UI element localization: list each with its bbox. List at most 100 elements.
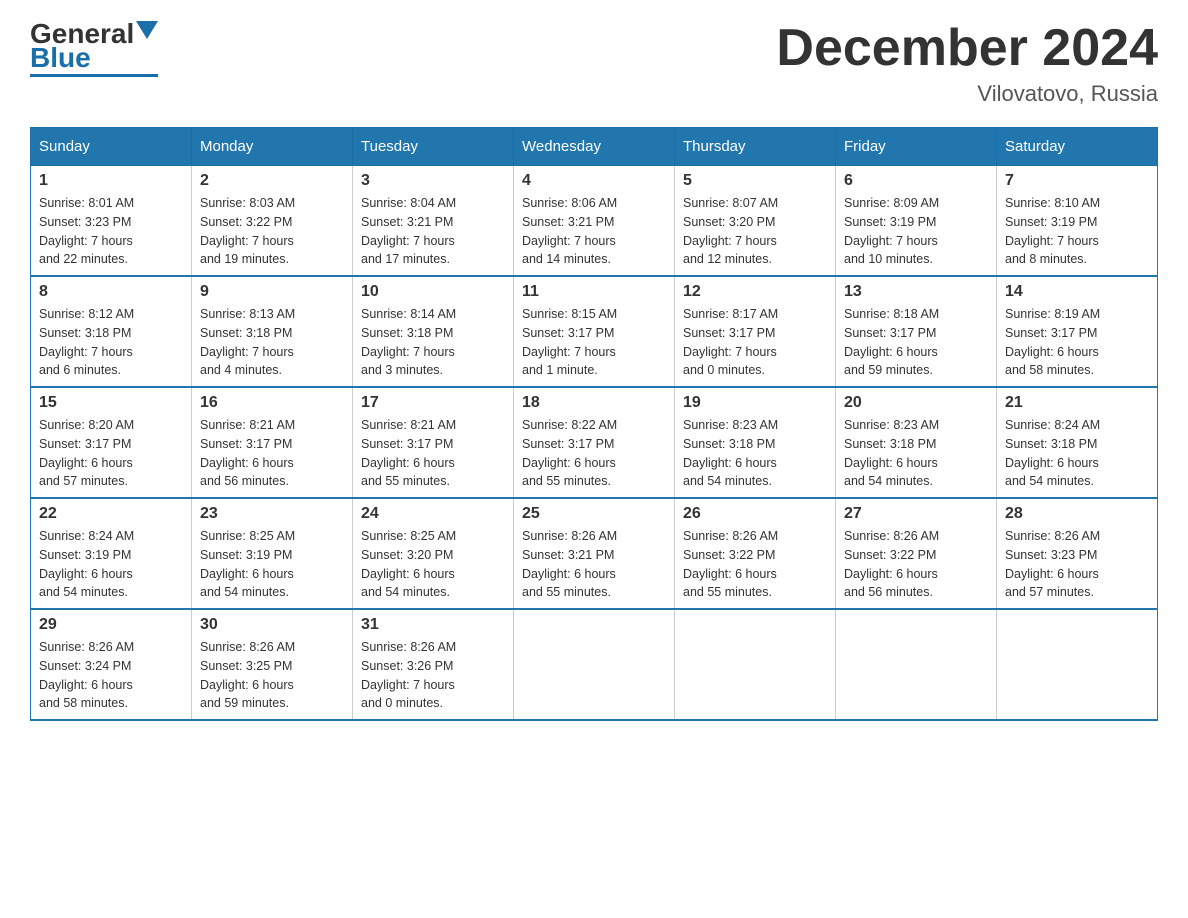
day-info: Sunrise: 8:26 AMSunset: 3:22 PMDaylight:… — [683, 527, 827, 602]
col-tuesday: Tuesday — [353, 128, 514, 166]
calendar-table: Sunday Monday Tuesday Wednesday Thursday… — [30, 127, 1158, 721]
day-number: 19 — [683, 394, 827, 412]
calendar-week-5: 29 Sunrise: 8:26 AMSunset: 3:24 PMDayligh… — [31, 609, 1158, 720]
calendar-header: Sunday Monday Tuesday Wednesday Thursday… — [31, 128, 1158, 166]
day-info: Sunrise: 8:23 AMSunset: 3:18 PMDaylight:… — [844, 416, 988, 491]
day-number: 30 — [200, 616, 344, 634]
logo: General Blue — [30, 20, 158, 77]
day-info: Sunrise: 8:24 AMSunset: 3:19 PMDaylight:… — [39, 527, 183, 602]
day-info: Sunrise: 8:24 AMSunset: 3:18 PMDaylight:… — [1005, 416, 1149, 491]
calendar-cell: 4Sunrise: 8:06 AMSunset: 3:21 PMDaylight… — [514, 166, 675, 277]
calendar-cell: 10 Sunrise: 8:14 AMSunset: 3:18 PMDayligh… — [353, 276, 514, 387]
day-number: 24 — [361, 505, 505, 523]
day-info: Sunrise: 8:26 AMSunset: 3:21 PMDaylight:… — [522, 527, 666, 602]
day-number: 1 — [39, 172, 183, 190]
day-number: 8 — [39, 283, 183, 301]
calendar-cell: 14 Sunrise: 8:19 AMSunset: 3:17 PMDayligh… — [997, 276, 1158, 387]
day-number: 5 — [683, 172, 827, 190]
calendar-cell: 6Sunrise: 8:09 AMSunset: 3:19 PMDaylight… — [836, 166, 997, 277]
day-info: Sunrise: 8:18 AMSunset: 3:17 PMDaylight:… — [844, 305, 988, 380]
calendar-cell: 20 Sunrise: 8:23 AMSunset: 3:18 PMDayligh… — [836, 387, 997, 498]
calendar-week-2: 8Sunrise: 8:12 AMSunset: 3:18 PMDaylight… — [31, 276, 1158, 387]
day-info: Sunrise: 8:25 AMSunset: 3:19 PMDaylight:… — [200, 527, 344, 602]
calendar-cell — [836, 609, 997, 720]
day-info: Sunrise: 8:21 AMSunset: 3:17 PMDaylight:… — [361, 416, 505, 491]
day-info: Sunrise: 8:19 AMSunset: 3:17 PMDaylight:… — [1005, 305, 1149, 380]
logo-triangle-icon — [136, 21, 158, 43]
day-info: Sunrise: 8:23 AMSunset: 3:18 PMDaylight:… — [683, 416, 827, 491]
calendar-cell: 25Sunrise: 8:26 AMSunset: 3:21 PMDayligh… — [514, 498, 675, 609]
header-row: Sunday Monday Tuesday Wednesday Thursday… — [31, 128, 1158, 166]
day-number: 20 — [844, 394, 988, 412]
calendar-cell: 19 Sunrise: 8:23 AMSunset: 3:18 PMDayligh… — [675, 387, 836, 498]
day-number: 13 — [844, 283, 988, 301]
calendar-cell: 17Sunrise: 8:21 AMSunset: 3:17 PMDayligh… — [353, 387, 514, 498]
day-info: Sunrise: 8:21 AMSunset: 3:17 PMDaylight:… — [200, 416, 344, 491]
calendar-cell: 16 Sunrise: 8:21 AMSunset: 3:17 PMDayligh… — [192, 387, 353, 498]
day-number: 27 — [844, 505, 988, 523]
day-number: 26 — [683, 505, 827, 523]
calendar-cell: 22 Sunrise: 8:24 AMSunset: 3:19 PMDayligh… — [31, 498, 192, 609]
location-text: Vilovatovo, Russia — [776, 81, 1158, 107]
calendar-cell — [997, 609, 1158, 720]
day-info: Sunrise: 8:14 AMSunset: 3:18 PMDaylight:… — [361, 305, 505, 380]
calendar-week-1: 1 Sunrise: 8:01 AMSunset: 3:23 PMDaylight… — [31, 166, 1158, 277]
calendar-cell: 26 Sunrise: 8:26 AMSunset: 3:22 PMDayligh… — [675, 498, 836, 609]
day-number: 31 — [361, 616, 505, 634]
day-info: Sunrise: 8:07 AMSunset: 3:20 PMDaylight:… — [683, 194, 827, 269]
calendar-cell: 8Sunrise: 8:12 AMSunset: 3:18 PMDaylight… — [31, 276, 192, 387]
calendar-cell: 29 Sunrise: 8:26 AMSunset: 3:24 PMDayligh… — [31, 609, 192, 720]
col-friday: Friday — [836, 128, 997, 166]
day-number: 14 — [1005, 283, 1149, 301]
calendar-cell: 30 Sunrise: 8:26 AMSunset: 3:25 PMDayligh… — [192, 609, 353, 720]
calendar-cell: 5 Sunrise: 8:07 AMSunset: 3:20 PMDaylight… — [675, 166, 836, 277]
calendar-cell: 21 Sunrise: 8:24 AMSunset: 3:18 PMDayligh… — [997, 387, 1158, 498]
calendar-cell: 24 Sunrise: 8:25 AMSunset: 3:20 PMDayligh… — [353, 498, 514, 609]
day-info: Sunrise: 8:22 AMSunset: 3:17 PMDaylight:… — [522, 416, 666, 491]
day-number: 29 — [39, 616, 183, 634]
col-saturday: Saturday — [997, 128, 1158, 166]
day-info: Sunrise: 8:15 AMSunset: 3:17 PMDaylight:… — [522, 305, 666, 380]
day-number: 18 — [522, 394, 666, 412]
calendar-cell: 7Sunrise: 8:10 AMSunset: 3:19 PMDaylight… — [997, 166, 1158, 277]
calendar-cell: 31Sunrise: 8:26 AMSunset: 3:26 PMDayligh… — [353, 609, 514, 720]
day-info: Sunrise: 8:26 AMSunset: 3:23 PMDaylight:… — [1005, 527, 1149, 602]
day-number: 10 — [361, 283, 505, 301]
day-number: 21 — [1005, 394, 1149, 412]
calendar-cell — [675, 609, 836, 720]
day-number: 7 — [1005, 172, 1149, 190]
month-title: December 2024 — [776, 20, 1158, 77]
day-info: Sunrise: 8:26 AMSunset: 3:22 PMDaylight:… — [844, 527, 988, 602]
calendar-cell: 2Sunrise: 8:03 AMSunset: 3:22 PMDaylight… — [192, 166, 353, 277]
calendar-cell: 18 Sunrise: 8:22 AMSunset: 3:17 PMDayligh… — [514, 387, 675, 498]
calendar-cell: 9Sunrise: 8:13 AMSunset: 3:18 PMDaylight… — [192, 276, 353, 387]
day-info: Sunrise: 8:04 AMSunset: 3:21 PMDaylight:… — [361, 194, 505, 269]
day-info: Sunrise: 8:26 AMSunset: 3:25 PMDaylight:… — [200, 638, 344, 713]
col-monday: Monday — [192, 128, 353, 166]
calendar-week-4: 22 Sunrise: 8:24 AMSunset: 3:19 PMDayligh… — [31, 498, 1158, 609]
day-number: 2 — [200, 172, 344, 190]
calendar-cell: 1 Sunrise: 8:01 AMSunset: 3:23 PMDaylight… — [31, 166, 192, 277]
page-header: General Blue December 2024 Vilovatovo, R… — [30, 20, 1158, 107]
day-info: Sunrise: 8:25 AMSunset: 3:20 PMDaylight:… — [361, 527, 505, 602]
day-number: 9 — [200, 283, 344, 301]
day-info: Sunrise: 8:17 AMSunset: 3:17 PMDaylight:… — [683, 305, 827, 380]
logo-underline — [30, 74, 158, 77]
col-sunday: Sunday — [31, 128, 192, 166]
calendar-cell: 13 Sunrise: 8:18 AMSunset: 3:17 PMDayligh… — [836, 276, 997, 387]
col-thursday: Thursday — [675, 128, 836, 166]
day-number: 11 — [522, 283, 666, 301]
day-info: Sunrise: 8:26 AMSunset: 3:24 PMDaylight:… — [39, 638, 183, 713]
day-info: Sunrise: 8:01 AMSunset: 3:23 PMDaylight:… — [39, 194, 183, 269]
logo-blue-text: Blue — [30, 44, 91, 72]
calendar-week-3: 15Sunrise: 8:20 AMSunset: 3:17 PMDayligh… — [31, 387, 1158, 498]
day-number: 6 — [844, 172, 988, 190]
day-number: 22 — [39, 505, 183, 523]
day-info: Sunrise: 8:06 AMSunset: 3:21 PMDaylight:… — [522, 194, 666, 269]
day-number: 12 — [683, 283, 827, 301]
day-number: 15 — [39, 394, 183, 412]
calendar-cell: 28Sunrise: 8:26 AMSunset: 3:23 PMDayligh… — [997, 498, 1158, 609]
day-number: 16 — [200, 394, 344, 412]
calendar-body: 1 Sunrise: 8:01 AMSunset: 3:23 PMDaylight… — [31, 166, 1158, 721]
col-wednesday: Wednesday — [514, 128, 675, 166]
